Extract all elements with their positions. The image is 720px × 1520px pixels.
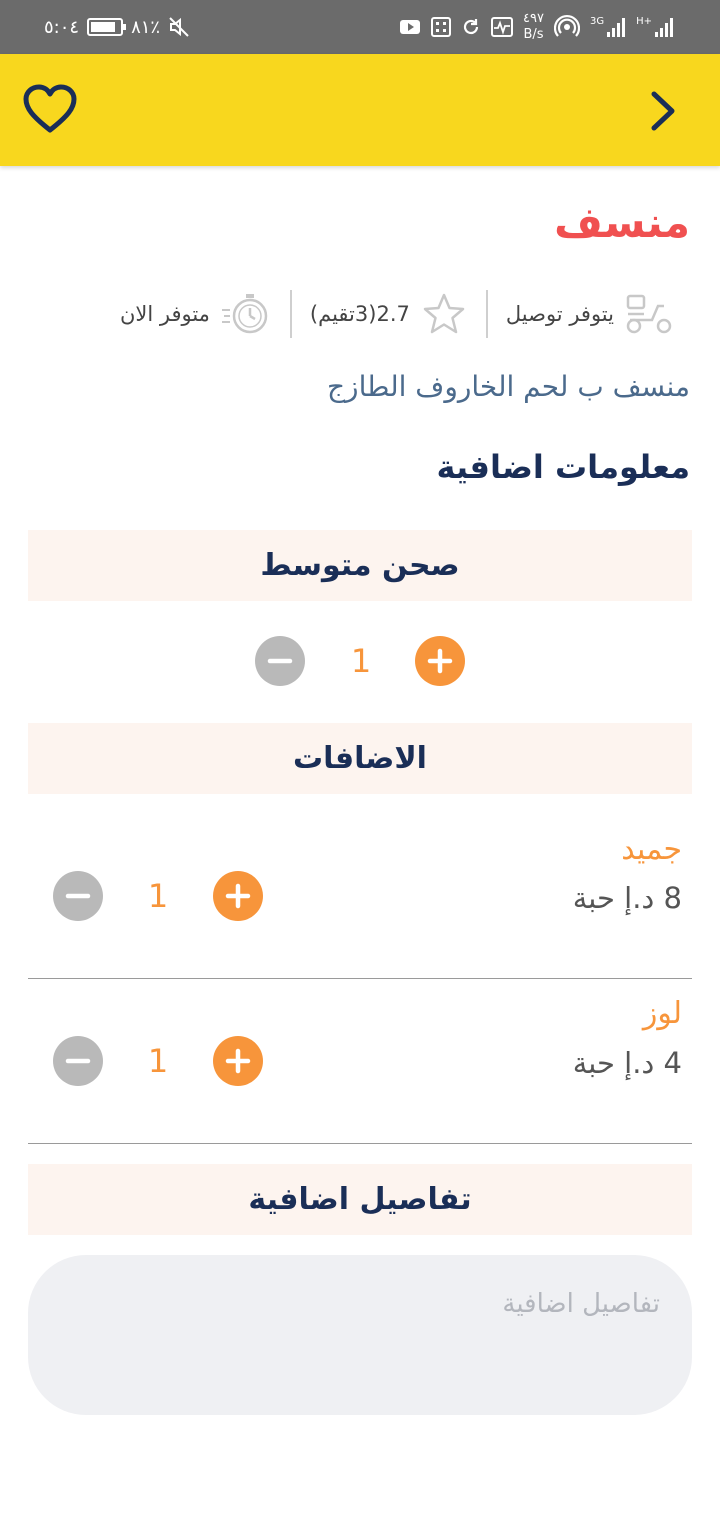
addon-increase-button[interactable]	[213, 871, 263, 921]
status-bar: ٥:٠٤ ٨١٪ ٤٩٧ B/s 3G H+	[0, 0, 720, 54]
mute-icon	[169, 17, 189, 37]
chevron-right-icon	[651, 91, 675, 131]
info-divider	[289, 290, 292, 338]
heart-icon	[23, 84, 77, 133]
addon-divider	[28, 978, 692, 979]
net-speed: ٤٩٧ B/s	[523, 11, 544, 43]
addon-decrease-button[interactable]	[53, 871, 103, 921]
addons-section-header: الاضافات	[28, 723, 692, 794]
addon-divider	[28, 1143, 692, 1144]
addon-decrease-button[interactable]	[53, 1036, 103, 1086]
stopwatch-icon	[221, 294, 268, 334]
app-header	[0, 54, 720, 166]
size-section-header: صحن متوسط	[28, 530, 692, 601]
status-time: ٥:٠٤	[44, 16, 80, 38]
back-button[interactable]	[644, 86, 684, 136]
delivery-label: يتوفر توصيل	[505, 302, 614, 326]
favorite-button[interactable]	[22, 84, 78, 136]
details-section-header: تفاصيل اضافية	[28, 1164, 692, 1235]
net-speed-value: ٤٩٧	[523, 11, 544, 26]
status-right: ٤٩٧ B/s 3G H+	[399, 8, 674, 46]
addon-increase-button[interactable]	[213, 1036, 263, 1086]
addon-name: جميد	[621, 832, 682, 867]
details-input[interactable]	[28, 1255, 692, 1415]
product-description: منسف ب لحم الخاروف الطازج	[326, 370, 690, 403]
signal-hplus: H+	[636, 16, 674, 38]
rating-info: 2.7(3تقيم)	[310, 290, 468, 338]
plus-icon	[427, 648, 453, 674]
battery-icon	[87, 18, 127, 36]
net-speed-unit: B/s	[523, 27, 544, 42]
signal-bars-icon	[607, 18, 626, 37]
signal-3g: 3G	[590, 16, 626, 38]
addon-name: لوز	[642, 996, 682, 1031]
youtube-icon	[400, 20, 421, 34]
addon-price: 4 د.إ حبة	[572, 1046, 682, 1080]
minus-icon	[65, 893, 91, 899]
size-decrease-button[interactable]	[255, 636, 305, 686]
activity-icon	[491, 17, 514, 37]
product-title: منسف	[554, 198, 690, 247]
scooter-icon	[626, 294, 672, 334]
availability-info: متوفر الان	[120, 290, 272, 338]
calculator-icon	[431, 17, 452, 37]
addon-price: 8 د.إ حبة	[572, 881, 682, 915]
addon-quantity: 1	[147, 877, 169, 915]
rating-label: 2.7(3تقيم)	[309, 302, 410, 326]
plus-icon	[225, 883, 251, 909]
size-quantity: 1	[350, 642, 372, 680]
battery-percent: ٨١٪	[131, 16, 161, 38]
signal-bars-icon	[655, 18, 673, 37]
sync-icon	[463, 19, 479, 35]
addon-quantity: 1	[147, 1042, 169, 1080]
extra-info-heading: معلومات اضافية	[436, 448, 690, 486]
delivery-info: يتوفر توصيل	[506, 292, 674, 336]
minus-icon	[65, 1058, 91, 1064]
star-icon	[423, 293, 465, 334]
product-info-row: يتوفر توصيل 2.7(3تقيم) متوفر الان	[60, 288, 674, 340]
hotspot-icon	[553, 14, 580, 37]
availability-label: متوفر الان	[119, 302, 210, 326]
status-left: ٥:٠٤ ٨١٪	[44, 12, 190, 42]
size-increase-button[interactable]	[415, 636, 465, 686]
info-divider	[485, 290, 488, 338]
plus-icon	[225, 1048, 251, 1074]
minus-icon	[267, 658, 293, 664]
